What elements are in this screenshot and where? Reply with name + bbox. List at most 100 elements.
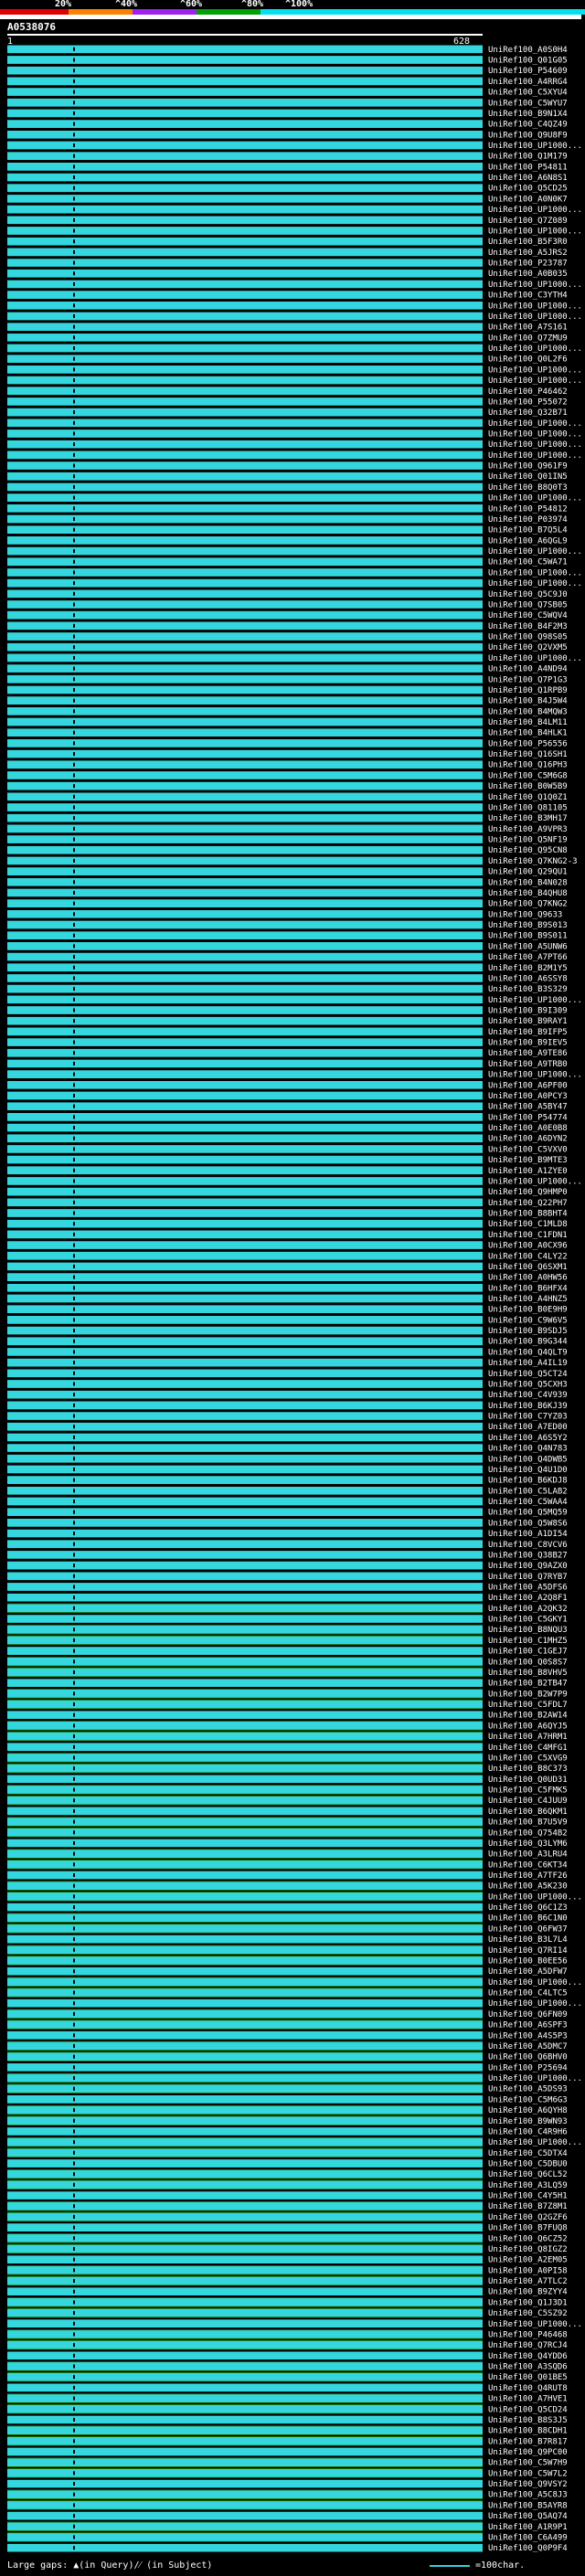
hit-label: UniRef100_UP1000... xyxy=(488,227,582,236)
hit-end-arrow: ▶ xyxy=(477,440,482,449)
hit-row: ▶ UniRef100_B8CDH1 xyxy=(7,2425,568,2436)
hit-end-arrow: ▶ xyxy=(477,2095,482,2104)
gap-mark xyxy=(73,1744,75,1749)
hit-row: ▶ UniRef100_A1R9P1 xyxy=(7,2521,568,2532)
hit-label: UniRef100_A7TLC2 xyxy=(488,2277,568,2286)
hit-label: UniRef100_P23787 xyxy=(488,260,568,269)
hit-label: UniRef100_B9G344 xyxy=(488,1338,568,1347)
footer: Large gaps: ▲(in Query)/⁄ (in Subject) =… xyxy=(0,2557,585,2575)
hit-row: ▶ UniRef100_Q5MQ59 xyxy=(7,1508,568,1518)
gap-mark xyxy=(73,890,75,895)
hit-end-arrow: ▶ xyxy=(477,1776,482,1784)
hit-end-arrow: ▶ xyxy=(477,1071,482,1079)
gap-mark xyxy=(73,1275,75,1279)
hit-label: UniRef100_C5M6G3 xyxy=(488,2095,568,2104)
hit-end-arrow: ▶ xyxy=(477,67,482,75)
hit-end-arrow: ▶ xyxy=(477,2170,482,2178)
gap-mark xyxy=(73,2161,75,2166)
hit-end-arrow: ▶ xyxy=(477,1028,482,1036)
hit-row: ▶ UniRef100_A5DS93 xyxy=(7,2083,568,2094)
hit-end-arrow: ▶ xyxy=(477,110,482,118)
hit-end-arrow: ▶ xyxy=(477,793,482,801)
hit-row: ▶ UniRef100_UP1000... xyxy=(7,301,582,311)
hit-end-arrow: ▶ xyxy=(477,2427,482,2435)
hit-row: ▶ UniRef100_B9S013 xyxy=(7,920,568,930)
hit-end-arrow: ▶ xyxy=(477,2288,482,2296)
hit-row: ▶ UniRef100_B0W5B9 xyxy=(7,781,568,791)
hit-row: ▶ UniRef100_P56556 xyxy=(7,739,568,748)
gap-mark xyxy=(73,420,75,425)
gap-mark xyxy=(73,1659,75,1664)
hit-label: UniRef100_A5JRS2 xyxy=(488,249,568,258)
hit-label: UniRef100_A7TF26 xyxy=(488,1871,568,1881)
hit-label: UniRef100_Q7P1G3 xyxy=(488,675,568,684)
hit-label: UniRef100_B7Z8M1 xyxy=(488,2202,568,2211)
hit-label: UniRef100_B9SDJ5 xyxy=(488,1327,568,1336)
hit-end-arrow: ▶ xyxy=(477,1551,482,1559)
hit-row: ▶ UniRef100_A0PI58 xyxy=(7,2265,568,2275)
hit-row: ▶ UniRef100_B9N1X4 xyxy=(7,109,568,119)
gap-mark xyxy=(73,1542,75,1546)
hit-end-arrow: ▶ xyxy=(477,1765,482,1773)
hit-end-arrow: ▶ xyxy=(477,57,482,65)
hit-end-arrow: ▶ xyxy=(477,206,482,214)
gap-mark xyxy=(73,730,75,735)
gap-mark xyxy=(73,1670,75,1674)
hit-label: UniRef100_P25694 xyxy=(488,2063,568,2072)
gap-mark xyxy=(73,1712,75,1717)
hit-end-arrow: ▶ xyxy=(477,718,482,726)
hit-label: UniRef100_P54811 xyxy=(488,163,568,172)
gap-mark xyxy=(73,2236,75,2241)
hit-row: ▶ UniRef100_UP1000... xyxy=(7,344,582,354)
gap-mark xyxy=(73,2428,75,2433)
gap-mark xyxy=(73,2214,75,2219)
scale-legend: =100char. xyxy=(475,2560,526,2571)
hit-row: ▶ UniRef100_Q7P1G3 xyxy=(7,674,568,684)
hit-label: UniRef100_A6DYN2 xyxy=(488,1135,568,1144)
gap-mark xyxy=(73,2546,75,2550)
hit-end-arrow: ▶ xyxy=(477,2480,482,2488)
hit-row: ▶ UniRef100_A0PCY3 xyxy=(7,1091,568,1101)
hit-row: ▶ UniRef100_Q81105 xyxy=(7,803,568,812)
hit-row: ▶ UniRef100_B9WN93 xyxy=(7,2115,568,2126)
hit-label: UniRef100_Q5CD25 xyxy=(488,185,568,194)
hit-row: ▶ UniRef100_B9S011 xyxy=(7,931,568,941)
gap-mark xyxy=(73,196,75,201)
hit-row: ▶ UniRef100_Q7ZMU9 xyxy=(7,333,568,343)
hit-row: ▶ UniRef100_B7FUQ8 xyxy=(7,2223,568,2233)
hit-label: UniRef100_A0CX96 xyxy=(488,1242,568,1251)
hit-end-arrow: ▶ xyxy=(477,1231,482,1239)
hit-end-arrow: ▶ xyxy=(477,217,482,225)
gap-mark xyxy=(73,1680,75,1685)
hit-label: UniRef100_C5WA71 xyxy=(488,558,568,567)
hit-label: UniRef100_B6KDJ8 xyxy=(488,1477,568,1486)
hit-row: ▶ UniRef100_C4LTC5 xyxy=(7,1988,568,1998)
gap-mark xyxy=(73,495,75,500)
hit-end-arrow: ▶ xyxy=(477,2437,482,2445)
hit-row: ▶ UniRef100_Q4N783 xyxy=(7,1444,568,1454)
hit-row: ▶ UniRef100_Q4DWB5 xyxy=(7,1454,568,1464)
hit-end-arrow: ▶ xyxy=(477,504,482,513)
hit-label: UniRef100_B3MH17 xyxy=(488,814,568,823)
hit-label: UniRef100_C5W7L2 xyxy=(488,2469,568,2478)
hit-row: ▶ UniRef100_C4V939 xyxy=(7,1390,568,1400)
hit-end-arrow: ▶ xyxy=(477,1626,482,1634)
hit-label: UniRef100_A4HNZ5 xyxy=(488,1295,568,1304)
hit-row: ▶ UniRef100_C1GEJ7 xyxy=(7,1647,568,1657)
hit-row: ▶ UniRef100_C5W7H9 xyxy=(7,2457,568,2468)
hit-row: ▶ UniRef100_Q6SXM1 xyxy=(7,1262,568,1272)
hit-end-arrow: ▶ xyxy=(477,376,482,385)
hit-row: ▶ UniRef100_B8C373 xyxy=(7,1763,568,1774)
hit-end-arrow: ▶ xyxy=(477,1242,482,1250)
hit-row: ▶ UniRef100_UP1000... xyxy=(7,312,582,322)
hit-label: UniRef100_B4QHU8 xyxy=(488,889,568,898)
hit-row: ▶ UniRef100_C5FDL7 xyxy=(7,1699,568,1710)
hit-row: ▶ UniRef100_Q6BHV0 xyxy=(7,2051,568,2062)
gap-mark xyxy=(73,1147,75,1151)
gap-mark xyxy=(73,1179,75,1183)
hit-row: ▶ UniRef100_Q8IGZ2 xyxy=(7,2243,568,2254)
gap-mark xyxy=(73,1723,75,1728)
hit-end-arrow: ▶ xyxy=(477,483,482,492)
gap-mark xyxy=(73,784,75,789)
hit-end-arrow: ▶ xyxy=(477,1284,482,1292)
